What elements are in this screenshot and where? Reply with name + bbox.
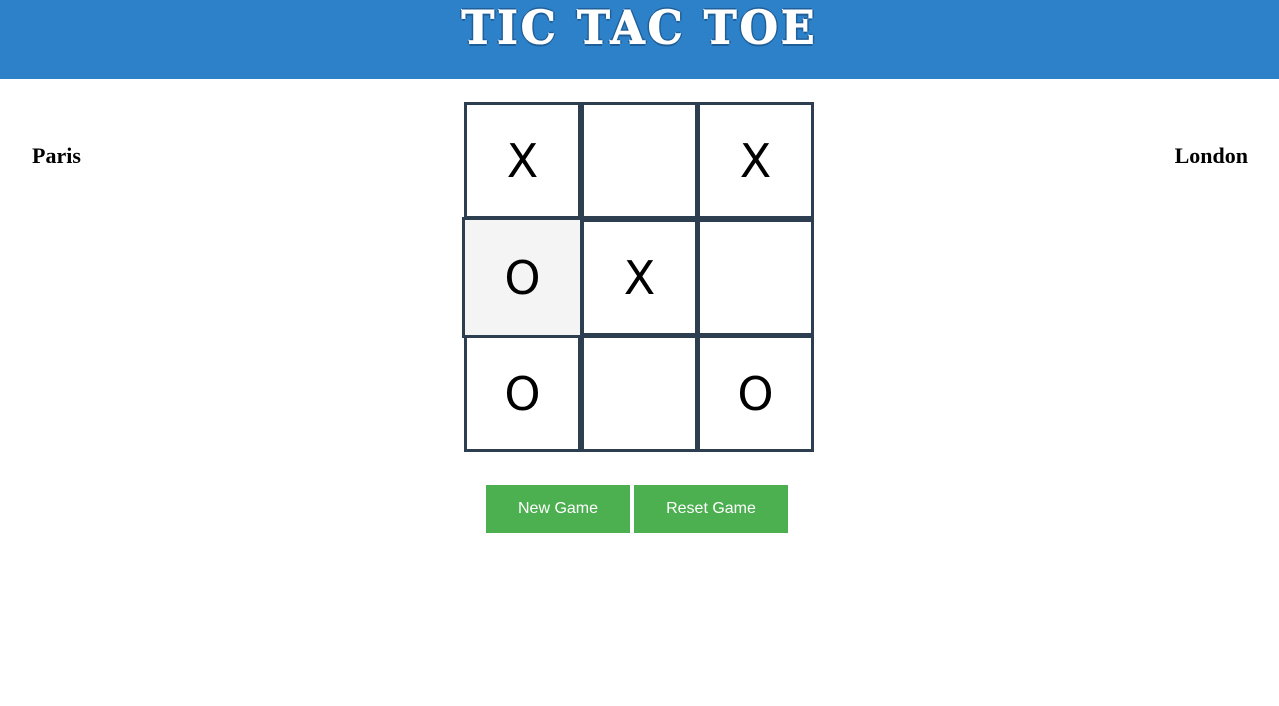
game-controls: New Game Reset Game bbox=[486, 485, 788, 533]
game-board: X X O X O O bbox=[462, 102, 816, 454]
player-left-name: Paris bbox=[32, 143, 81, 168]
header-bar: TIC TAC TOE bbox=[0, 0, 1279, 79]
player-right-name: London bbox=[1174, 143, 1248, 168]
reset-game-button[interactable]: Reset Game bbox=[634, 485, 788, 533]
board-cell-8[interactable]: O bbox=[697, 335, 814, 452]
board-cell-4[interactable]: X bbox=[581, 219, 698, 336]
board-cell-3[interactable]: O bbox=[462, 217, 583, 338]
new-game-button[interactable]: New Game bbox=[486, 485, 630, 533]
board-cell-7[interactable] bbox=[581, 335, 698, 452]
game-title: TIC TAC TOE bbox=[461, 1, 818, 56]
board-cell-2[interactable]: X bbox=[697, 102, 814, 219]
board-cell-6[interactable]: O bbox=[464, 335, 581, 452]
board-cell-0[interactable]: X bbox=[464, 102, 581, 219]
board-cell-1[interactable] bbox=[581, 102, 698, 219]
board-cell-5[interactable] bbox=[697, 219, 814, 336]
